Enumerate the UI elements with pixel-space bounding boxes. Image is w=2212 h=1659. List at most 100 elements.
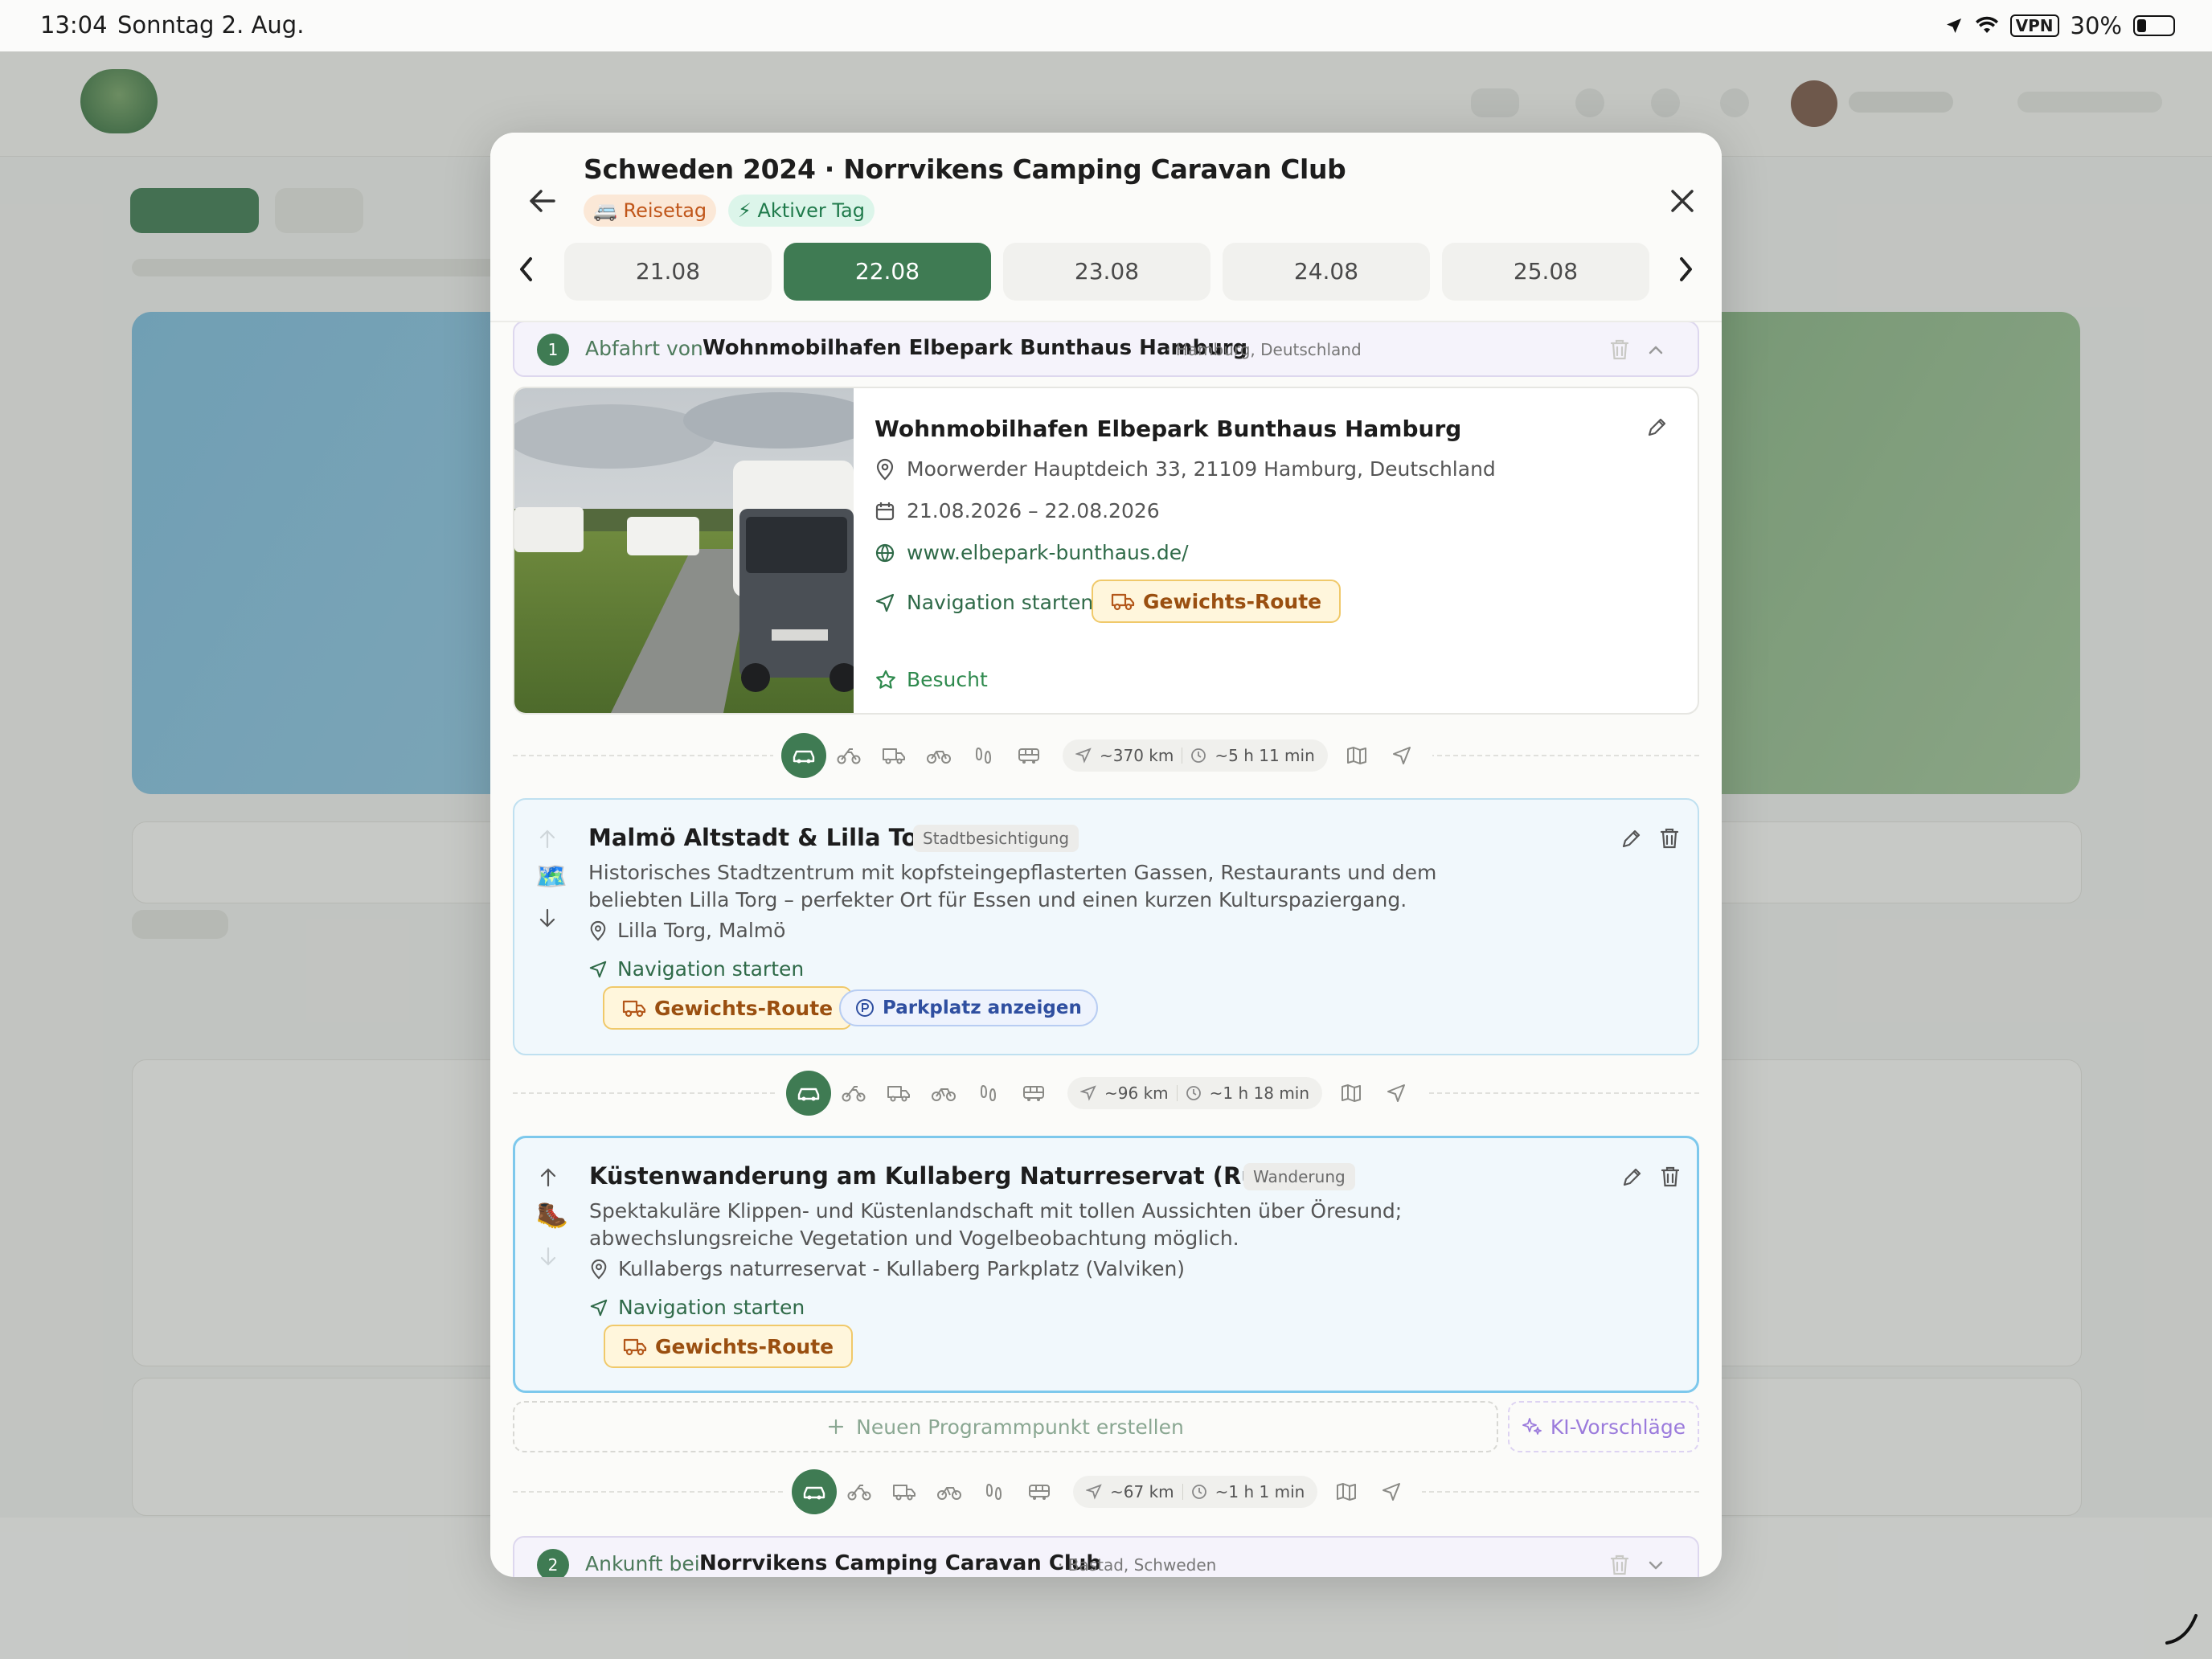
place-card: Wohnmobilhafen Elbepark Bunthaus Hamburg… [513,387,1699,715]
car-icon [803,1486,825,1500]
new-program-item-button[interactable]: Neuen Programmpunkt erstellen [513,1401,1498,1452]
map-button[interactable] [1334,733,1379,778]
calendar-icon [875,502,895,520]
travel-segment: ~67 km ~1 h 1 min [513,1464,1699,1520]
status-date: Sonntag 2. Aug. [117,11,305,39]
travel-info: ~370 km ~5 h 11 min [1063,739,1328,772]
truck-mode-button[interactable] [876,1071,921,1116]
walking-mode-button[interactable] [966,1071,1011,1116]
ai-suggestions-button[interactable]: KI-Vorschläge [1508,1401,1699,1452]
travel-distance: ~370 km [1100,746,1174,765]
navigation-icon [1387,1084,1406,1102]
departure-label: Abfahrt von [585,337,703,360]
stop-number: 2 [537,1549,569,1577]
arrival-name: Norrvikens Camping Caravan Club [699,1551,1101,1575]
new-program-item-label: Neuen Programmpunkt erstellen [856,1415,1184,1439]
date-tab[interactable]: 21.08 [564,243,772,301]
navigation-icon [589,961,607,977]
truck-mode-button[interactable] [882,1469,927,1514]
map-button[interactable] [1329,1071,1374,1116]
start-navigation-button[interactable] [1379,733,1424,778]
start-navigation-button[interactable] [1374,1071,1419,1116]
arrival-label: Ankunft bei [585,1552,700,1575]
navigate-label: Navigation starten [617,957,805,981]
weight-route-button[interactable]: Gewichts-Route [603,986,853,1030]
move-up-button[interactable] [539,1167,557,1188]
start-navigation-button[interactable] [1369,1469,1414,1514]
date-tab-active[interactable]: 22.08 [784,243,991,301]
place-website-link[interactable]: www.elbepark-bunthaus.de/ [875,541,1189,564]
previous-date-button[interactable] [504,244,549,295]
resize-handle-icon [2165,1614,2198,1645]
show-parking-button[interactable]: Parkplatz anzeigen [839,989,1098,1026]
travel-duration: ~1 h 18 min [1209,1083,1310,1103]
motorcycle-mode-button[interactable] [837,1469,882,1514]
back-button[interactable] [514,173,571,229]
next-date-button[interactable] [1663,244,1708,295]
chevron-up-icon [1649,346,1663,354]
car-mode-button[interactable] [792,1469,837,1514]
modal-body[interactable]: 1 Abfahrt von Wohnmobilhafen Elbepark Bu… [490,321,1722,1577]
car-mode-button[interactable] [786,1071,831,1116]
arrow-down-icon [540,1247,556,1266]
date-tab[interactable]: 24.08 [1223,243,1430,301]
globe-icon [875,543,895,562]
collapse-button[interactable] [1646,340,1665,359]
edit-place-button[interactable] [1646,416,1669,438]
navigate-button[interactable]: Navigation starten [588,957,804,981]
bus-mode-button[interactable] [1006,733,1051,778]
walking-mode-button[interactable] [972,1469,1017,1514]
bicycle-mode-button[interactable] [921,1071,966,1116]
car-mode-button[interactable] [781,733,826,778]
visited-button[interactable]: Besucht [875,668,988,691]
map-button[interactable] [1324,1469,1369,1514]
truck-mode-button[interactable] [871,733,916,778]
arrival-header[interactable]: 2 Ankunft bei Norrvikens Camping Caravan… [513,1536,1699,1577]
navigate-button[interactable]: Navigation starten [589,1296,805,1319]
edit-button[interactable] [1621,1165,1644,1188]
weight-route-button[interactable]: Gewichts-Route [1092,580,1342,623]
delete-stop-button[interactable] [1609,338,1630,361]
program-item[interactable]: 🗺️ Malmö Altstadt & Lilla Torg Stadtbesi… [513,798,1699,1055]
navigate-button[interactable]: Navigation starten [875,591,1093,614]
close-icon [1671,190,1694,212]
bus-mode-button[interactable] [1017,1469,1062,1514]
place-address: Moorwerder Hauptdeich 33, 21109 Hamburg,… [907,457,1496,481]
delete-button[interactable] [1659,827,1680,850]
status-time: 13:04 [40,11,108,39]
date-tab[interactable]: 25.08 [1442,243,1649,301]
bus-icon [1023,1086,1044,1101]
move-down-button[interactable] [539,1246,557,1267]
bus-mode-button[interactable] [1011,1071,1056,1116]
bicycle-mode-button[interactable] [927,1469,972,1514]
move-down-button[interactable] [539,907,556,928]
delete-stop-button[interactable] [1609,1554,1630,1576]
modal-title: Schweden 2024 · Norrvikens Camping Carav… [584,154,1346,185]
edit-button[interactable] [1620,827,1643,850]
category-emoji: 🗺️ [535,861,567,891]
date-tab[interactable]: 23.08 [1003,243,1210,301]
walking-mode-button[interactable] [961,733,1006,778]
map-icon [1342,1084,1362,1102]
weight-route-label: Gewichts-Route [654,996,834,1020]
arrow-up-icon [539,830,555,849]
program-item-selected[interactable]: 🥾 Küstenwanderung am Kullaberg Naturrese… [513,1136,1699,1393]
weight-route-button[interactable]: Gewichts-Route [604,1325,854,1368]
pencil-icon [1623,1168,1641,1186]
navigation-icon [1075,748,1092,764]
motorcycle-mode-button[interactable] [831,1071,876,1116]
delete-button[interactable] [1660,1165,1681,1188]
chevron-down-icon [1649,1561,1663,1570]
close-button[interactable] [1654,173,1710,229]
bus-icon [1018,748,1039,764]
departure-location: · Hamburg, Deutschland [1165,340,1362,359]
move-up-button[interactable] [539,829,556,850]
ai-suggestions-label: KI-Vorschläge [1550,1415,1686,1439]
pencil-icon [1622,830,1641,848]
battery-icon [2133,15,2175,36]
motorcycle-mode-button[interactable] [826,733,871,778]
arrow-up-icon [540,1168,556,1187]
expand-button[interactable] [1646,1555,1665,1575]
bicycle-mode-button[interactable] [916,733,961,778]
departure-header[interactable]: 1 Abfahrt von Wohnmobilhafen Elbepark Bu… [513,321,1699,377]
